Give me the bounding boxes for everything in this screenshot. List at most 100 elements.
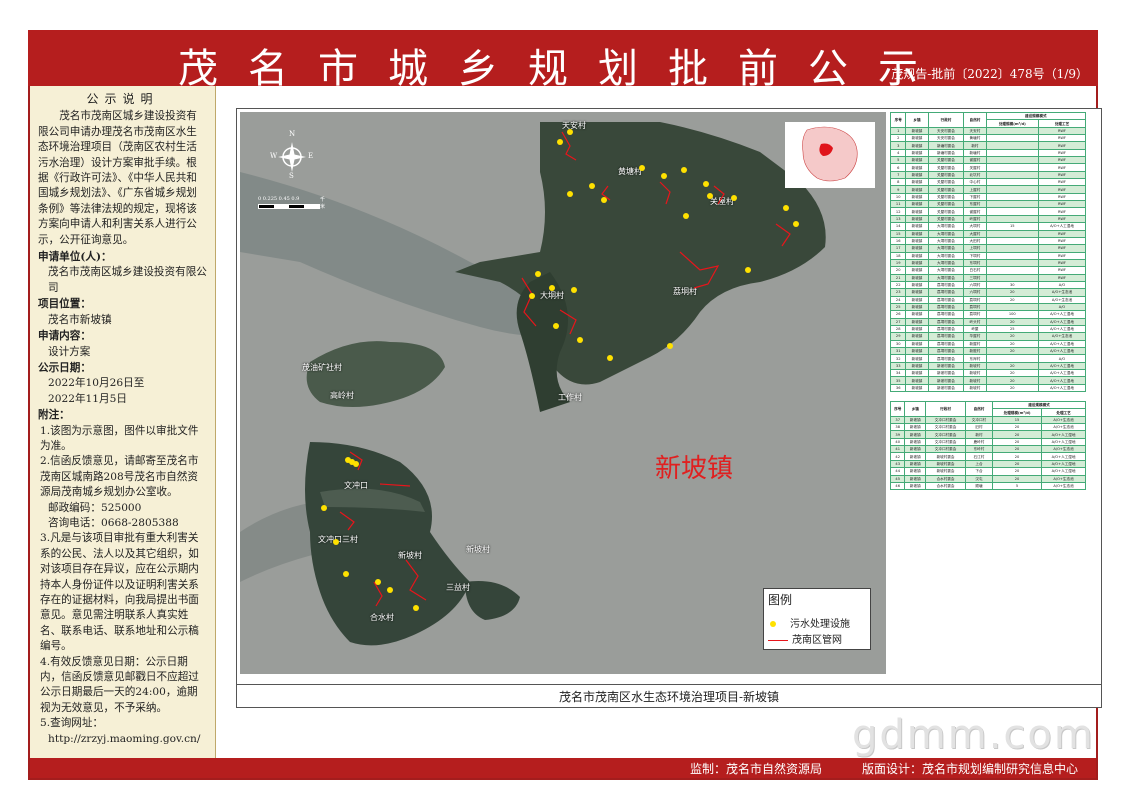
table-row: 11 新坡镇 关屋村委会 东屋村 RWF [889,200,1086,209]
table-cell: 20 [991,430,1043,439]
table-cell: 20 [991,452,1043,461]
table-cell: RWF [1038,251,1086,260]
table-cell: 合水村委会 [925,481,966,491]
table-cell: 新坡镇 [904,423,927,432]
table-cell: 大垌村委会 [927,266,965,275]
table-cell: RWF [1038,258,1086,268]
facility-dot-icon [770,621,776,627]
table-cell: 新塘村 [963,148,987,158]
table-row: 44 新坡镇 新坡村委会 下合 20 A/O+人工湿地 [889,467,1086,476]
legend-pipe-label: 茂南区管网 [792,635,842,646]
table-cell: 新坡镇 [905,346,929,356]
table-header-cell: 处理规模(m³/d) [985,119,1040,128]
table-cell: 15 [889,229,907,238]
table-cell: A/O+人工湿地 [1041,452,1086,461]
table-cell: 新坡镇 [905,361,929,371]
table-row: 7 新坡镇 关屋村委会 北坑村 RWF [889,170,1086,180]
table-cell: 合水村委会 [925,474,966,483]
table-cell: A/O+生态池 [1041,423,1086,432]
table-cell: 20 [985,346,1040,356]
table-cell: 新坡镇 [905,244,929,253]
table-cell [985,148,1040,158]
table-cell: 荔垌村委会 [927,302,965,312]
table-cell: A/O+生态池 [1038,288,1086,297]
table-row: 22 新坡镇 荔垌村委会 六垌村 30 A/O [889,280,1086,290]
notice-intro: 茂名市茂南区城乡建设投资有限公司申请办理茂名市茂南区水生态环境治理项目（茂南区农… [38,110,197,246]
table-cell: 新坡镇 [905,354,929,363]
table-cell: 15 [985,222,1040,231]
table-cell [985,354,1040,363]
table-cell: A/O+人工湿地 [1038,324,1086,334]
table-cell: 32 [889,354,907,363]
table-cell: A/O+人工湿地 [1041,467,1086,476]
table-cell [985,141,1040,150]
content-value: 设计方案 [48,345,91,358]
table-row: 31 新坡镇 荔垌村委会 新陂村 20 A/O+人工湿地 [889,346,1086,356]
table-cell: 上合 [964,459,994,469]
table-cell [985,178,1040,187]
table-header-cell: 自然村 [964,401,994,417]
table-row: 26 新坡镇 荔垌村委会 荔垌村 100 A/O+人工湿地 [889,310,1086,319]
table-cell: 28 [889,324,907,334]
table-row: 15 新坡镇 大垌村委会 大屋村 RWF [889,229,1086,238]
table-cell: 25 [889,302,907,312]
table-cell: 新坡镇 [904,474,927,483]
table-row: 38 新坡镇 文冲口村委会 旧村 20 A/O+生态池 [889,423,1086,432]
table-row: 17 新坡镇 大垌村委会 上垌村 RWF [889,244,1086,253]
notice-sidebar: 公示说明 茂名市茂南区城乡建设投资有限公司申请办理茂名市茂南区水生态环境治理项目… [30,86,216,758]
table-cell: 荔垌村委会 [927,280,965,290]
table-cell: RWF [1038,214,1086,224]
table-cell [985,251,1040,260]
table-cell: 关屋村委会 [927,163,965,172]
table-cell: A/O [1038,302,1086,312]
table-cell [985,214,1040,224]
table-cell: A/O+人工湿地 [1038,346,1086,356]
table-row: 3 新坡镇 新塘村委会 新村 RWF [889,141,1086,150]
table-cell: 新坡镇 [905,185,929,194]
table-cell [985,192,1040,202]
table-cell: 20 [991,423,1043,432]
table-cell: 8 [889,178,907,187]
table-cell: 新坡村 [963,361,987,371]
table-row: 41 新坡镇 文冲口村委会 东岭村 20 A/O+生态池 [889,445,1086,454]
legend-facility: 污水处理设施 [768,615,850,630]
facility-tables: 序号 乡镇 行政村 自然村 建设规模模式 处理规模(m³/d) 处理工艺 1 新坡镇 天安村委会天… [889,111,1087,491]
query-url[interactable]: http://zrzyj.maoming.gov.cn/ [38,732,207,747]
table-cell: 文冲口村委会 [925,423,966,432]
table-cell: 新坡镇 [905,302,929,312]
table-cell: 9 [889,185,907,194]
table-cell: 天安村 [963,126,987,136]
table-cell: RWF [1038,236,1086,246]
table-cell: 5 [991,481,1043,491]
table-cell: 文冲口村委会 [925,437,966,447]
table-cell: 5 [889,156,907,165]
table-cell: 文冲口村委会 [925,415,966,425]
table-header-cell: 自然村 [963,112,987,128]
table-cell: 30 [985,280,1040,290]
table-cell: 7 [889,170,907,180]
table-row: 25 新坡镇 荔垌村委会 荔垌村 A/O [889,302,1086,312]
table-header-cell: 建设规模模式 [992,401,1086,410]
note-item: 4.有效反馈意见日期：公示日期内，信函反馈意见邮戳日不应超过公示日期最后一天的2… [40,655,199,714]
table-row: 14 新坡镇 大垌村委会 大垌村 15 A/O+人工湿地 [889,222,1086,231]
table-cell: 大垌村委会 [927,273,965,282]
table-cell: 26 [889,310,907,319]
map-legend: 图例 污水处理设施 茂南区管网 [763,588,871,650]
table-cell: 20 [985,383,1040,393]
table-cell: A/O+人工湿地 [1041,459,1086,469]
table-row: 36 新坡镇 新坡村委会 新坡村 20 A/O+人工湿地 [889,383,1086,393]
table-cell: 六垌村 [963,288,987,297]
table-cell: RWF [1038,170,1086,180]
table-cell: 新坡镇 [904,415,927,425]
legend-title: 图例 [768,593,793,607]
table-cell: 六垌村 [963,280,987,290]
table-row: 37 新坡镇 文冲口村委会 文冲口村 15 A/O+生态池 [889,415,1086,425]
period-start: 2022年10月26日至 [48,377,145,390]
table-cell [985,156,1040,165]
table-cell: 鹿岭村 [964,437,994,447]
table-cell: 14 [889,222,907,231]
table-row: 46 新坡镇 合水村委会 顺塘 5 A/O+生态池 [889,481,1086,491]
table-cell: 新坡镇 [905,141,929,150]
table-cell: 东岭村 [964,445,994,454]
table-cell: 新坡镇 [905,310,929,319]
